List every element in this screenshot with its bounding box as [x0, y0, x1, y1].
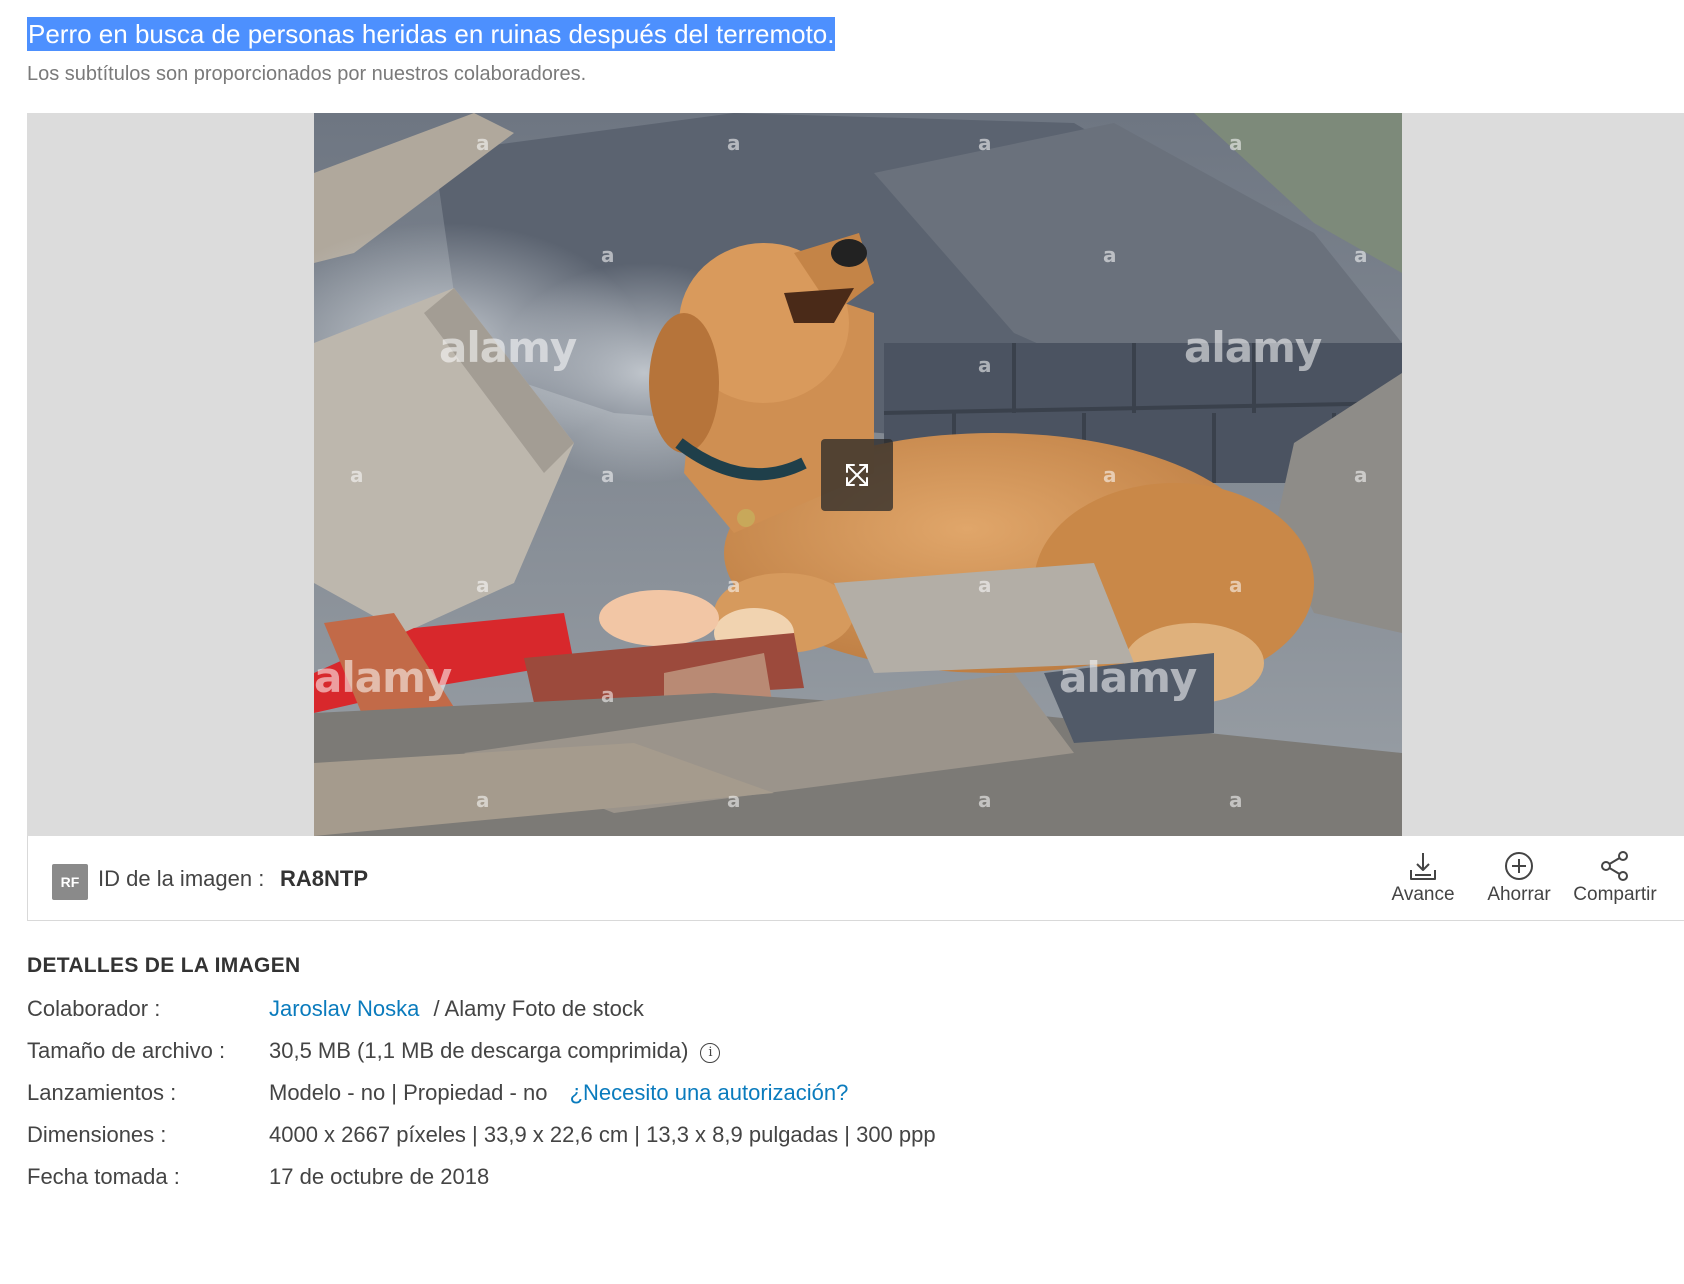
releases-label: Lanzamientos :	[27, 1080, 177, 1105]
watermark: a	[1229, 131, 1243, 155]
contributor-label: Colaborador :	[27, 996, 161, 1021]
brand-watermark: alamy	[1059, 653, 1197, 702]
watermark: a	[1354, 243, 1368, 267]
image-info-bar: RF ID de la imagen : RA8NTP Avance Ahorr…	[27, 836, 1684, 921]
watermark: a	[476, 131, 490, 155]
share-label: Compartir	[1573, 884, 1657, 905]
caption-text: Perro en busca de personas heridas en ru…	[27, 17, 836, 51]
royalty-free-badge: RF	[52, 864, 88, 900]
watermark: a	[1103, 243, 1117, 267]
image-viewer: a a a a a a a a a a a a a a a a a a a a …	[27, 113, 1684, 836]
brand-watermark: alamy	[314, 653, 452, 702]
watermark: a	[1229, 573, 1243, 597]
watermark: a	[601, 243, 615, 267]
watermark: a	[1229, 788, 1243, 812]
watermark: a	[978, 353, 992, 377]
watermark: a	[1103, 463, 1117, 487]
save-button[interactable]: Ahorrar	[1474, 850, 1564, 906]
dimensions-value: 4000 x 2667 píxeles | 33,9 x 22,6 cm | 1…	[269, 1122, 936, 1147]
filesize-value: 30,5 MB (1,1 MB de descarga comprimida)	[269, 1038, 689, 1063]
watermark: a	[978, 788, 992, 812]
contributor-suffix: / Alamy Foto de stock	[433, 996, 644, 1021]
plus-circle-icon	[1505, 852, 1533, 880]
brand-watermark: alamy	[439, 323, 577, 372]
share-icon	[1601, 851, 1628, 881]
watermark: a	[727, 788, 741, 812]
watermark: a	[727, 131, 741, 155]
watermark: a	[350, 463, 364, 487]
preview-label: Avance	[1391, 884, 1455, 905]
date-label: Fecha tomada :	[27, 1164, 180, 1189]
filesize-label: Tamaño de archivo :	[27, 1038, 226, 1063]
expand-button[interactable]	[821, 439, 893, 511]
releases-value: Modelo - no | Propiedad - no	[269, 1080, 548, 1105]
image-id-label: ID de la imagen :	[98, 866, 265, 891]
watermark: a	[601, 683, 615, 707]
save-label: Ahorrar	[1487, 884, 1551, 905]
share-button[interactable]: Compartir	[1570, 850, 1660, 906]
watermark: a	[978, 131, 992, 155]
info-icon[interactable]: i	[700, 1043, 721, 1063]
watermark: a	[476, 573, 490, 597]
watermark: a	[1354, 463, 1368, 487]
expand-arrows-icon	[846, 464, 868, 486]
date-value: 17 de octubre de 2018	[269, 1164, 490, 1189]
contributor-value: Jaroslav Noska / Alamy Foto de stock	[269, 994, 644, 1024]
releases-value-wrap: Modelo - no | Propiedad - no ¿Necesito u…	[269, 1078, 848, 1108]
download-icon	[1410, 853, 1436, 880]
filesize-value-wrap: 30,5 MB (1,1 MB de descarga comprimida) i	[269, 1036, 721, 1066]
watermark: a	[978, 573, 992, 597]
watermark: a	[727, 573, 741, 597]
brand-watermark: alamy	[1184, 323, 1322, 372]
authorization-link[interactable]: ¿Necesito una autorización?	[570, 1080, 849, 1105]
dimensions-label: Dimensiones :	[27, 1122, 167, 1147]
image-details-heading: DETALLES DE LA IMAGEN	[27, 954, 301, 977]
contributor-link[interactable]: Jaroslav Noska	[269, 996, 419, 1021]
caption-note: Los subtítulos son proporcionados por nu…	[27, 63, 587, 85]
watermark: a	[476, 788, 490, 812]
image-id-value: RA8NTP	[280, 866, 369, 891]
preview-download-button[interactable]: Avance	[1378, 850, 1468, 906]
watermark: a	[601, 463, 615, 487]
image-caption: Perro en busca de personas heridas en ru…	[27, 16, 836, 52]
